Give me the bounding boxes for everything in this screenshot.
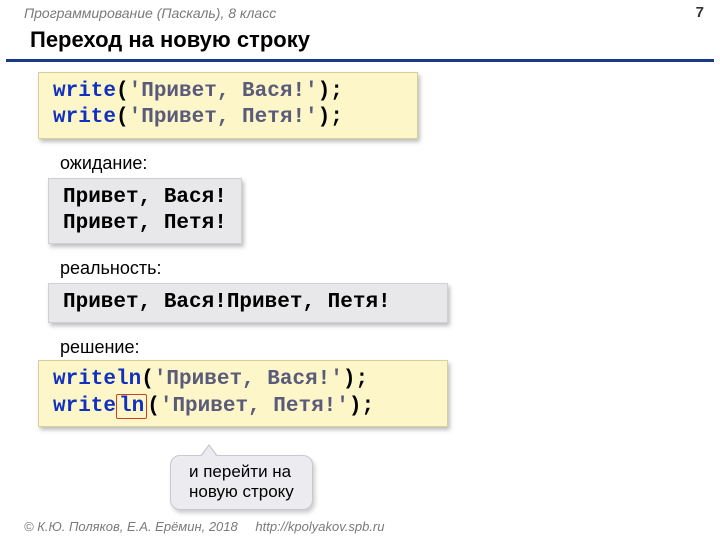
code-block-write: write('Привет, Вася!'); write('Привет, П…	[38, 72, 418, 139]
punct: (	[116, 106, 129, 129]
slide-title: Переход на новую строку	[6, 23, 714, 62]
keyword: writeln	[53, 368, 141, 391]
header-bar: Программирование (Паскаль), 8 класс 7	[0, 0, 720, 23]
label-expectation: ожидание:	[60, 153, 700, 174]
label-solution: решение:	[60, 337, 700, 358]
keyword-ln-highlight: ln	[116, 394, 147, 419]
output-reality: Привет, Вася!Привет, Петя!	[48, 283, 448, 323]
string-literal: 'Привет, Вася!'	[154, 368, 343, 391]
punct: (	[116, 80, 129, 103]
footer: © К.Ю. Поляков, Е.А. Ерёмин, 2018 http:/…	[24, 519, 384, 534]
copyright: © К.Ю. Поляков, Е.А. Ерёмин, 2018	[24, 519, 238, 534]
page-number: 7	[696, 4, 704, 21]
label-reality: реальность:	[60, 258, 700, 279]
output-line: Привет, Вася!	[63, 185, 227, 211]
punct: (	[147, 395, 160, 418]
punct: (	[141, 368, 154, 391]
output-line: Привет, Петя!	[63, 211, 227, 237]
output-line: Привет, Вася!Привет, Петя!	[63, 291, 391, 314]
keyword: write	[53, 80, 116, 103]
content-area: write('Привет, Вася!'); write('Привет, П…	[0, 72, 720, 435]
string-literal: 'Привет, Петя!'	[129, 106, 318, 129]
course-label: Программирование (Паскаль), 8 класс	[24, 5, 276, 21]
punct: );	[318, 106, 343, 129]
output-expected: Привет, Вася! Привет, Петя!	[48, 178, 242, 245]
footer-url: http://kpolyakov.spb.ru	[255, 519, 384, 534]
punct: );	[343, 368, 368, 391]
code-block-writeln: writeln('Привет, Вася!'); writeln('Приве…	[38, 360, 448, 427]
string-literal: 'Привет, Вася!'	[129, 80, 318, 103]
punct: );	[349, 395, 374, 418]
callout-line: новую строку	[189, 482, 294, 502]
string-literal: 'Привет, Петя!'	[160, 395, 349, 418]
callout-line: и перейти на	[189, 462, 294, 482]
callout-bubble: и перейти на новую строку	[170, 455, 313, 510]
keyword: write	[53, 395, 116, 418]
punct: );	[318, 80, 343, 103]
keyword: write	[53, 106, 116, 129]
